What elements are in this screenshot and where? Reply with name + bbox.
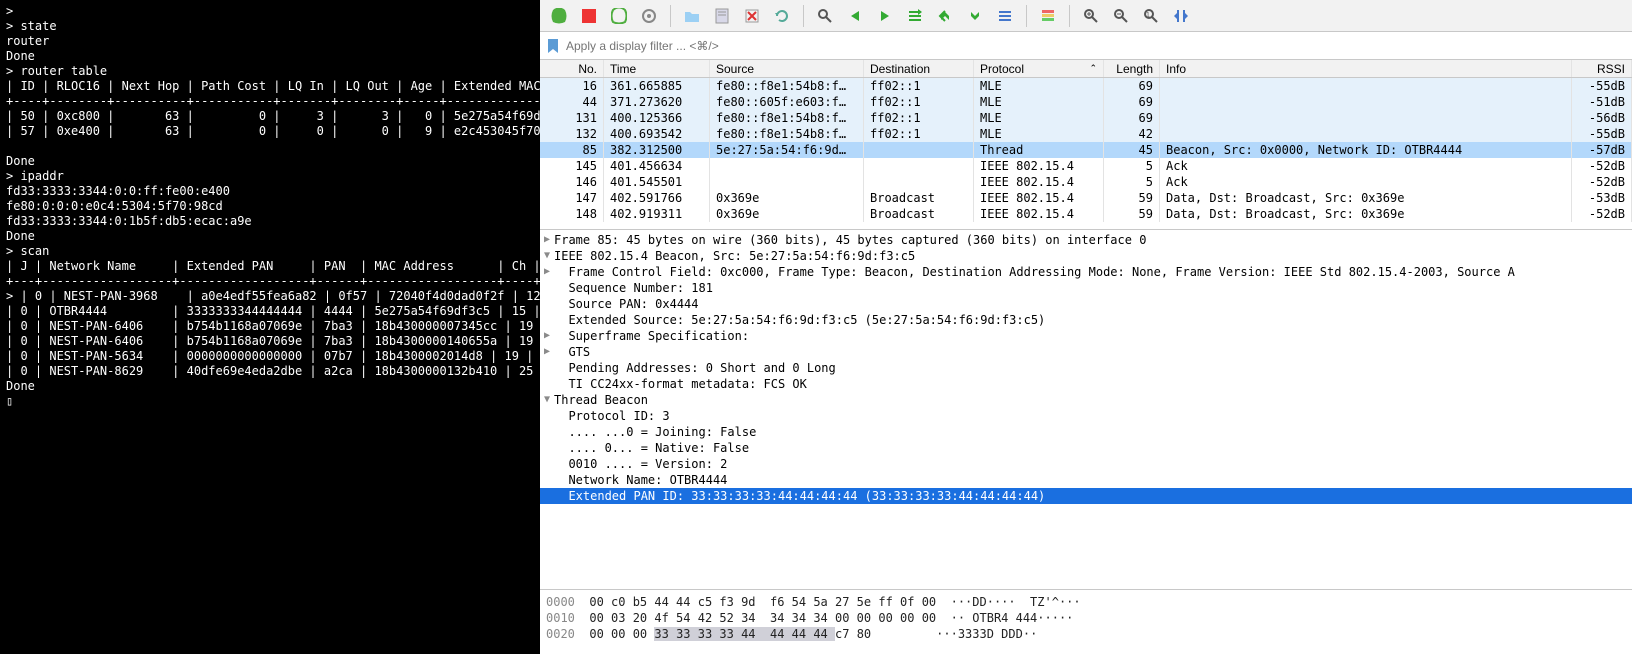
- resize-columns-button[interactable]: [1168, 3, 1194, 29]
- packet-row[interactable]: 16361.665885fe80::f8e1:54b8:f…ff02::1MLE…: [540, 78, 1632, 94]
- go-forward-button[interactable]: [872, 3, 898, 29]
- wireshark-window: 1 No. Time Source Destination Protocol⌃ …: [540, 0, 1632, 654]
- close-file-button[interactable]: [739, 3, 765, 29]
- detail-row[interactable]: .... 0... = Native: False: [540, 440, 1632, 456]
- packet-row[interactable]: 148402.9193110x369eBroadcastIEEE 802.15.…: [540, 206, 1632, 222]
- go-back-button[interactable]: [842, 3, 868, 29]
- packet-row[interactable]: 146401.545501IEEE 802.15.45Ack-52dB: [540, 174, 1632, 190]
- packet-row[interactable]: 85382.3125005e:27:5a:54:f6:9d…Thread45Be…: [540, 142, 1632, 158]
- packet-row[interactable]: 145401.456634IEEE 802.15.45Ack-52dB: [540, 158, 1632, 174]
- zoom-reset-button[interactable]: 1: [1138, 3, 1164, 29]
- auto-scroll-button[interactable]: [992, 3, 1018, 29]
- toolbar-separator: [1069, 5, 1070, 27]
- go-last-button[interactable]: [962, 3, 988, 29]
- packet-list-header[interactable]: No. Time Source Destination Protocol⌃ Le…: [540, 60, 1632, 78]
- stop-capture-button[interactable]: [576, 3, 602, 29]
- col-header-protocol[interactable]: Protocol⌃: [974, 60, 1104, 77]
- start-capture-button[interactable]: [546, 3, 572, 29]
- reload-button[interactable]: [769, 3, 795, 29]
- toolbar-separator: [803, 5, 804, 27]
- detail-row[interactable]: Extended Source: 5e:27:5a:54:f6:9d:f3:c5…: [540, 312, 1632, 328]
- colorize-button[interactable]: [1035, 3, 1061, 29]
- hex-row[interactable]: 0000 00 c0 b5 44 44 c5 f3 9d f6 54 5a 27…: [546, 594, 1626, 610]
- detail-row[interactable]: ▶ Frame Control Field: 0xc000, Frame Typ…: [540, 264, 1632, 280]
- detail-row[interactable]: TI CC24xx-format metadata: FCS OK: [540, 376, 1632, 392]
- col-header-time[interactable]: Time: [604, 60, 710, 77]
- toolbar-separator: [1026, 5, 1027, 27]
- save-file-button[interactable]: [709, 3, 735, 29]
- col-header-info[interactable]: Info: [1160, 60, 1572, 77]
- go-to-packet-button[interactable]: [902, 3, 928, 29]
- sort-indicator-icon: ⌃: [1089, 63, 1097, 74]
- hex-row[interactable]: 0010 00 03 20 4f 54 42 52 34 34 34 34 00…: [546, 610, 1626, 626]
- col-header-length[interactable]: Length: [1104, 60, 1160, 77]
- detail-row[interactable]: ▶Frame 85: 45 bytes on wire (360 bits), …: [540, 232, 1632, 248]
- packet-list[interactable]: No. Time Source Destination Protocol⌃ Le…: [540, 60, 1632, 230]
- detail-row[interactable]: ▶ GTS: [540, 344, 1632, 360]
- detail-row[interactable]: Pending Addresses: 0 Short and 0 Long: [540, 360, 1632, 376]
- find-packet-button[interactable]: [812, 3, 838, 29]
- open-file-button[interactable]: [679, 3, 705, 29]
- detail-row[interactable]: 0010 .... = Version: 2: [540, 456, 1632, 472]
- svg-text:1: 1: [1146, 12, 1150, 19]
- restart-capture-button[interactable]: [606, 3, 632, 29]
- detail-row[interactable]: Extended PAN ID: 33:33:33:33:44:44:44:44…: [540, 488, 1632, 504]
- col-header-rssi[interactable]: RSSI: [1572, 60, 1632, 77]
- toolbar-separator: [670, 5, 671, 27]
- packet-row[interactable]: 131400.125366fe80::f8e1:54b8:f…ff02::1ML…: [540, 110, 1632, 126]
- filter-bar: [540, 32, 1632, 60]
- bookmark-icon[interactable]: [544, 37, 562, 55]
- detail-row[interactable]: Network Name: OTBR4444: [540, 472, 1632, 488]
- capture-options-button[interactable]: [636, 3, 662, 29]
- packet-details[interactable]: ▶Frame 85: 45 bytes on wire (360 bits), …: [540, 230, 1632, 590]
- detail-row[interactable]: ▶ Superframe Specification:: [540, 328, 1632, 344]
- detail-row[interactable]: ▼IEEE 802.15.4 Beacon, Src: 5e:27:5a:54:…: [540, 248, 1632, 264]
- packet-row[interactable]: 132400.693542fe80::f8e1:54b8:f…ff02::1ML…: [540, 126, 1632, 142]
- packet-row[interactable]: 44371.273620fe80::605f:e603:f…ff02::1MLE…: [540, 94, 1632, 110]
- detail-row[interactable]: Sequence Number: 181: [540, 280, 1632, 296]
- detail-row[interactable]: ▼Thread Beacon: [540, 392, 1632, 408]
- zoom-in-button[interactable]: [1078, 3, 1104, 29]
- packet-bytes[interactable]: 0000 00 c0 b5 44 44 c5 f3 9d f6 54 5a 27…: [540, 590, 1632, 654]
- packet-row[interactable]: 147402.5917660x369eBroadcastIEEE 802.15.…: [540, 190, 1632, 206]
- display-filter-input[interactable]: [566, 39, 1628, 53]
- detail-row[interactable]: Protocol ID: 3: [540, 408, 1632, 424]
- col-header-destination[interactable]: Destination: [864, 60, 974, 77]
- go-first-button[interactable]: [932, 3, 958, 29]
- toolbar: 1: [540, 0, 1632, 32]
- detail-row[interactable]: Source PAN: 0x4444: [540, 296, 1632, 312]
- terminal[interactable]: > > state router Done > router table | I…: [0, 0, 540, 654]
- col-header-source[interactable]: Source: [710, 60, 864, 77]
- detail-row[interactable]: .... ...0 = Joining: False: [540, 424, 1632, 440]
- zoom-out-button[interactable]: [1108, 3, 1134, 29]
- col-header-no[interactable]: No.: [540, 60, 604, 77]
- hex-row[interactable]: 0020 00 00 00 33 33 33 33 44 44 44 44 c7…: [546, 626, 1626, 642]
